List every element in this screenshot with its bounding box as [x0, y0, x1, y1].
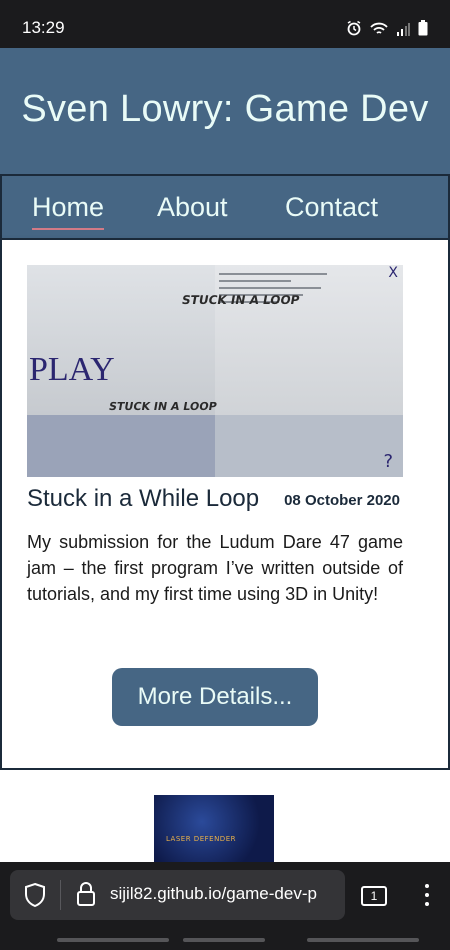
active-indicator: [32, 228, 105, 230]
signal-icon: [396, 21, 410, 40]
url-text: sijil82.github.io/game-dev-p: [110, 884, 317, 903]
help-label: ?: [383, 451, 393, 472]
loop-text: STUCK IN A LOOP: [107, 400, 218, 413]
status-bar: 13:29: [0, 0, 450, 48]
nav-item-contact[interactable]: Contact: [285, 192, 378, 223]
address-bar[interactable]: sijil82.github.io/game-dev-p: [10, 870, 345, 920]
url-divider: [60, 880, 61, 910]
next-post-card: LASER DEFENDER: [0, 770, 450, 862]
site-title: Sven Lowry: Game Dev: [21, 88, 429, 130]
post-title: Stuck in a While Loop: [27, 485, 260, 512]
scene-sky-left: [27, 265, 215, 415]
lock-icon: [76, 881, 96, 907]
tabs-button[interactable]: 1: [361, 886, 387, 906]
play-label: PLAY: [29, 351, 115, 388]
loop-text: STUCK IN A LOOP: [180, 293, 301, 307]
nav-item-label: Home: [32, 192, 105, 222]
status-time: 13:29: [22, 18, 65, 37]
more-details-button[interactable]: More Details...: [112, 668, 318, 726]
browser-toolbar: sijil82.github.io/game-dev-p 1: [0, 862, 450, 950]
close-label: X: [388, 265, 398, 281]
post-description: My submission for the Ludum Dare 47 game…: [27, 532, 403, 604]
post-card: STUCK IN A LOOP STUCK IN A LOOP PLAY X ?…: [0, 238, 450, 770]
shield-icon[interactable]: [24, 882, 46, 908]
nav-item-about[interactable]: About: [157, 192, 228, 223]
next-post-thumbnail[interactable]: LASER DEFENDER: [154, 795, 274, 862]
post-thumbnail[interactable]: STUCK IN A LOOP STUCK IN A LOOP PLAY X ?: [27, 265, 403, 477]
battery-icon: [418, 20, 428, 40]
scene-ground-right: [215, 415, 403, 477]
post-date: 08 October 2020: [284, 492, 400, 509]
status-icons: [346, 20, 428, 40]
nav-item-label: About: [157, 192, 228, 222]
next-post-thumbnail-text: LASER DEFENDER: [166, 835, 236, 843]
gesture-bar: [307, 938, 419, 942]
gesture-bar: [57, 938, 169, 942]
main-nav: Home About Contact: [0, 174, 450, 238]
nav-item-home[interactable]: Home: [32, 192, 105, 230]
nav-item-label: Contact: [285, 192, 379, 222]
gesture-bar: [183, 938, 265, 942]
wifi-icon: [370, 21, 388, 40]
site-header: Sven Lowry: Game Dev: [0, 48, 450, 174]
menu-icon[interactable]: [422, 882, 432, 912]
alarm-icon: [346, 20, 362, 40]
scene-ground-left: [27, 415, 215, 477]
